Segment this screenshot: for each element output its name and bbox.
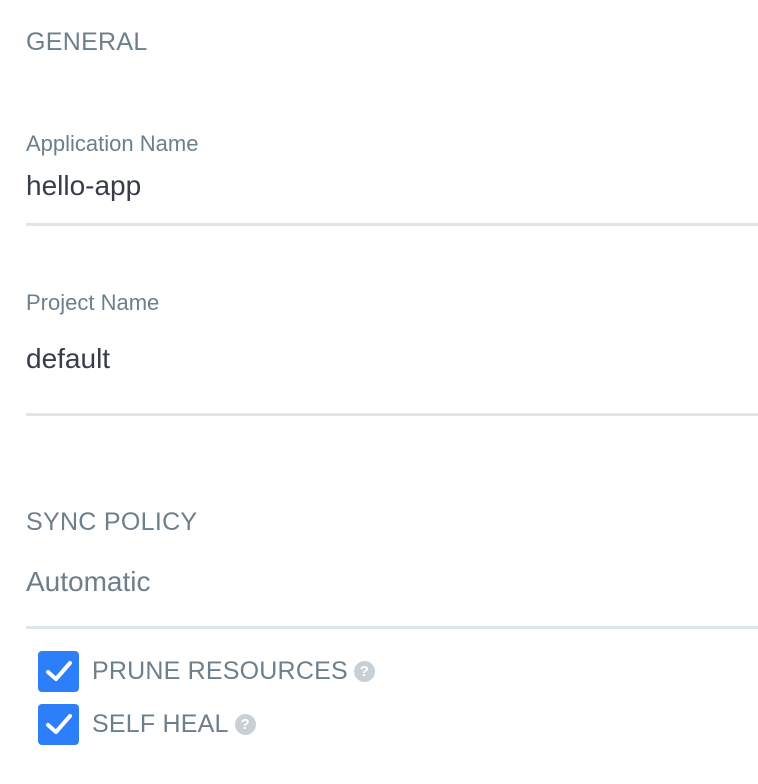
question-circle-icon[interactable]: ?	[353, 660, 375, 682]
question-circle-icon[interactable]: ?	[234, 713, 256, 735]
sync-policy-select[interactable]: Automatic	[26, 566, 758, 629]
application-name-label: Application Name	[26, 131, 199, 156]
sync-policy-selected-value: Automatic	[26, 566, 151, 597]
sync-policy-section-title: SYNC POLICY	[26, 508, 198, 536]
prune-resources-option[interactable]: PRUNE RESOURCES ?	[38, 650, 375, 692]
self-heal-option[interactable]: SELF HEAL ?	[38, 703, 256, 745]
prune-resources-checkbox[interactable]	[38, 650, 79, 692]
project-name-input[interactable]	[26, 340, 758, 416]
self-heal-checkbox[interactable]	[38, 703, 79, 745]
general-section-title: GENERAL	[26, 28, 148, 56]
prune-resources-label: PRUNE RESOURCES	[92, 656, 348, 685]
checkmark-icon	[45, 714, 72, 734]
project-name-label: Project Name	[26, 290, 160, 315]
self-heal-label: SELF HEAL	[92, 709, 229, 738]
checkmark-icon	[45, 661, 72, 681]
application-name-input[interactable]	[26, 168, 758, 226]
